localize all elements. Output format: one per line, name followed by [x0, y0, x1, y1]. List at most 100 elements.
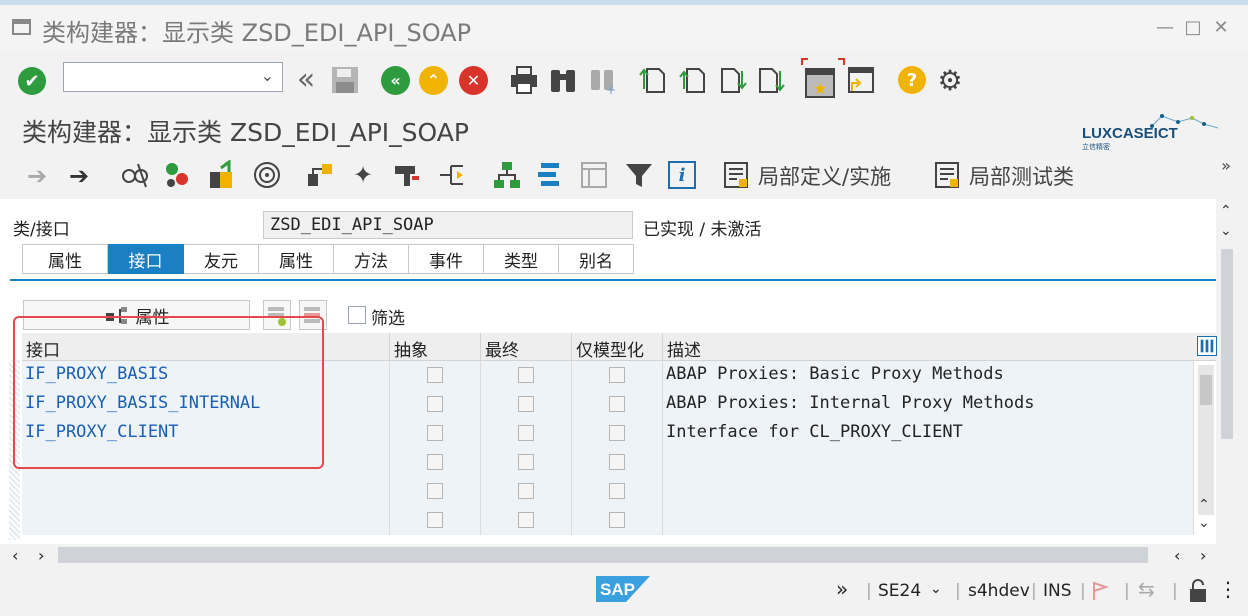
- activate-icon[interactable]: [207, 160, 237, 190]
- magic-wand-icon[interactable]: ✦: [348, 160, 378, 190]
- check-syntax-icon[interactable]: [163, 160, 193, 190]
- insert-mode[interactable]: INS: [1043, 581, 1072, 601]
- model-only-checkbox[interactable]: [609, 454, 625, 470]
- last-page-icon[interactable]: [757, 65, 785, 95]
- shortcut-icon[interactable]: [846, 65, 876, 95]
- tab-attributes[interactable]: 属性: [259, 244, 334, 274]
- tab-types[interactable]: 类型: [484, 244, 559, 274]
- close-window-icon[interactable]: ✕: [1210, 17, 1232, 39]
- navigation-icon[interactable]: [437, 160, 467, 190]
- abstract-checkbox[interactable]: [427, 425, 443, 441]
- expand-status-icon[interactable]: »: [836, 577, 848, 601]
- print-icon[interactable]: [509, 65, 539, 95]
- model-only-checkbox[interactable]: [609, 512, 625, 528]
- final-checkbox[interactable]: [518, 396, 534, 412]
- tcode-chevron-down-icon[interactable]: ⌄: [930, 581, 942, 597]
- tab-properties[interactable]: 属性: [22, 244, 108, 274]
- window-menu-icon[interactable]: [12, 18, 32, 36]
- scroll-left-icon[interactable]: ‹: [12, 546, 18, 565]
- model-only-checkbox[interactable]: [609, 425, 625, 441]
- enter-check-icon[interactable]: ✔: [18, 67, 46, 95]
- column-settings-icon[interactable]: [1197, 336, 1217, 356]
- model-only-checkbox[interactable]: [609, 396, 625, 412]
- info-icon[interactable]: i: [668, 161, 696, 189]
- local-test-icon[interactable]: [933, 160, 961, 190]
- table-row[interactable]: [22, 477, 1194, 506]
- enhancement-icon[interactable]: [535, 160, 565, 190]
- interface-name[interactable]: [22, 477, 390, 506]
- abstract-checkbox[interactable]: [427, 396, 443, 412]
- help-icon[interactable]: ?: [898, 66, 926, 94]
- command-field[interactable]: ⌄: [63, 62, 283, 92]
- grid-vertical-scrollbar[interactable]: [1198, 365, 1214, 515]
- scroll-up-icon[interactable]: ⌃: [1220, 203, 1232, 219]
- gear-icon[interactable]: ⚙: [934, 64, 966, 97]
- chevron-down-icon[interactable]: ⌄: [261, 66, 274, 85]
- scroll-thumb[interactable]: [1221, 249, 1233, 439]
- scroll-down-icon[interactable]: ⌄: [1220, 223, 1232, 239]
- filter-icon[interactable]: [624, 160, 654, 190]
- final-checkbox[interactable]: [518, 425, 534, 441]
- maximize-icon[interactable]: □: [1182, 17, 1204, 39]
- final-checkbox[interactable]: [518, 512, 534, 528]
- grid-scroll-up-icon[interactable]: ⌃: [1198, 497, 1210, 513]
- tab-events[interactable]: 事件: [409, 244, 484, 274]
- tab-friends[interactable]: 友元: [184, 244, 259, 274]
- double-chevron-left-icon[interactable]: «: [290, 62, 322, 97]
- minimize-icon[interactable]: —: [1154, 17, 1176, 39]
- col-header-model-only[interactable]: 仅模型化: [572, 333, 663, 361]
- scroll-right-end-icon[interactable]: ›: [1200, 546, 1206, 565]
- final-checkbox[interactable]: [518, 367, 534, 383]
- class-name-field[interactable]: ZSD_EDI_API_SOAP: [263, 211, 633, 239]
- col-header-abstract[interactable]: 抽象: [390, 333, 481, 361]
- model-only-checkbox[interactable]: [609, 483, 625, 499]
- scroll-left-end-icon[interactable]: ‹: [1174, 546, 1180, 565]
- tab-methods[interactable]: 方法: [334, 244, 409, 274]
- transaction-code[interactable]: SE24: [878, 581, 921, 601]
- abstract-checkbox[interactable]: [427, 454, 443, 470]
- find-next-icon[interactable]: +: [588, 65, 618, 95]
- arrow-right-icon[interactable]: ➔: [64, 161, 94, 191]
- object-list-icon[interactable]: [305, 160, 335, 190]
- col-header-description[interactable]: 描述: [663, 333, 1216, 361]
- local-test-button[interactable]: 局部测试类: [969, 161, 1074, 191]
- tab-interfaces[interactable]: 接口: [108, 244, 184, 274]
- abstract-checkbox[interactable]: [427, 512, 443, 528]
- next-page-icon[interactable]: [719, 65, 747, 95]
- tab-aliases[interactable]: 别名: [559, 244, 634, 274]
- abstract-checkbox[interactable]: [427, 367, 443, 383]
- abstract-checkbox[interactable]: [427, 483, 443, 499]
- final-checkbox[interactable]: [518, 454, 534, 470]
- exit-icon[interactable]: ⌃: [419, 66, 448, 95]
- pattern-icon[interactable]: [392, 160, 422, 190]
- display-change-icon[interactable]: [120, 160, 150, 190]
- layout-icon[interactable]: [579, 160, 609, 190]
- scroll-right-icon[interactable]: ›: [38, 546, 44, 565]
- final-checkbox[interactable]: [518, 483, 534, 499]
- local-definition-button[interactable]: 局部定义/实施: [758, 161, 891, 191]
- local-definition-icon[interactable]: [722, 160, 750, 190]
- interface-name[interactable]: [22, 506, 390, 535]
- save-icon[interactable]: [330, 65, 360, 95]
- first-page-icon[interactable]: [639, 65, 667, 95]
- find-icon[interactable]: [548, 65, 578, 95]
- col-header-final[interactable]: 最终: [481, 333, 572, 361]
- arrow-left-icon[interactable]: ➔: [22, 161, 52, 191]
- hscroll-thumb[interactable]: [58, 547, 1148, 563]
- hierarchy-icon[interactable]: [492, 160, 522, 190]
- lock-icon[interactable]: [1186, 578, 1210, 604]
- vertical-scrollbar[interactable]: ⌃ ⌄: [1216, 199, 1248, 544]
- filter-checkbox[interactable]: [348, 306, 366, 324]
- horizontal-scrollbar[interactable]: ‹ › ‹ ›: [0, 544, 1248, 568]
- back-icon[interactable]: «: [381, 66, 410, 95]
- grid-scroll-thumb[interactable]: [1200, 375, 1212, 405]
- table-row[interactable]: [22, 506, 1194, 535]
- cancel-icon[interactable]: ✕: [459, 66, 488, 95]
- create-session-icon[interactable]: ★: [800, 57, 846, 103]
- grid-scroll-down-icon[interactable]: ⌄: [1198, 515, 1210, 531]
- more-options-icon[interactable]: »: [1216, 155, 1236, 175]
- where-used-icon[interactable]: [252, 160, 282, 190]
- more-status-icon[interactable]: ⋮: [1218, 577, 1238, 601]
- previous-page-icon[interactable]: [679, 65, 707, 95]
- model-only-checkbox[interactable]: [609, 367, 625, 383]
